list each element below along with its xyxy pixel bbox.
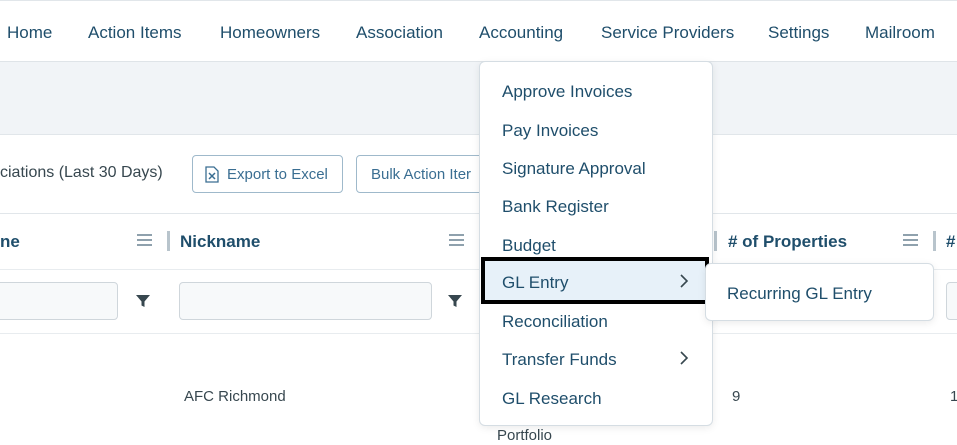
gl-entry-submenu: Recurring GL Entry: [705, 263, 934, 321]
nav-action-items[interactable]: Action Items: [88, 23, 182, 43]
chevron-right-icon: [680, 274, 689, 288]
column-separator[interactable]: [714, 231, 717, 251]
column-separator[interactable]: [933, 231, 936, 251]
nav-settings[interactable]: Settings: [768, 23, 829, 43]
filter-funnel-icon[interactable]: [135, 293, 151, 309]
column-header-name[interactable]: ne: [0, 232, 20, 252]
nav-home[interactable]: Home: [7, 23, 52, 43]
bulk-action-label: Bulk Action Iter: [371, 165, 472, 183]
column-menu-icon[interactable]: [137, 234, 152, 247]
filter-input-next[interactable]: [946, 282, 957, 320]
menu-item-budget[interactable]: Budget: [502, 236, 556, 256]
nav-service-providers[interactable]: Service Providers: [601, 23, 734, 43]
menu-item-signature-approval[interactable]: Signature Approval: [502, 159, 646, 179]
cell-nickname: AFC Richmond: [184, 388, 286, 405]
nav-mailroom[interactable]: Mailroom: [865, 23, 935, 43]
filter-funnel-icon[interactable]: [447, 293, 463, 309]
menu-item-pay-invoices[interactable]: Pay Invoices: [502, 121, 598, 141]
column-header-next[interactable]: #: [946, 232, 955, 252]
cell-next: 1: [950, 388, 957, 405]
menu-item-approve-invoices[interactable]: Approve Invoices: [502, 82, 632, 102]
cell-partial-portfolio: Portfolio: [497, 427, 553, 444]
bulk-action-button[interactable]: Bulk Action Iter: [356, 155, 496, 193]
grid-title: ciations (Last 30 Days): [0, 164, 163, 181]
nav-homeowners[interactable]: Homeowners: [220, 23, 320, 43]
menu-item-reconciliation[interactable]: Reconciliation: [502, 312, 608, 332]
export-to-excel-button[interactable]: Export to Excel: [192, 155, 343, 193]
cell-properties: 9: [732, 388, 741, 405]
menu-item-bank-register[interactable]: Bank Register: [502, 197, 609, 217]
excel-icon: [205, 165, 219, 183]
column-menu-icon[interactable]: [903, 234, 918, 247]
column-header-properties[interactable]: # of Properties: [728, 232, 847, 252]
export-label: Export to Excel: [227, 165, 328, 183]
accounting-dropdown-menu: Approve Invoices Pay Invoices Signature …: [479, 61, 713, 426]
menu-item-gl-research[interactable]: GL Research: [502, 389, 602, 409]
chevron-right-icon: [680, 351, 689, 365]
filter-input-nickname[interactable]: [179, 282, 432, 320]
menu-item-gl-entry[interactable]: GL Entry: [502, 273, 568, 293]
top-navigation: Home Action Items Homeowners Association…: [0, 0, 957, 62]
column-separator[interactable]: [167, 231, 170, 251]
filter-input-name[interactable]: [0, 282, 118, 320]
column-header-nickname[interactable]: Nickname: [180, 232, 260, 252]
menu-item-recurring-gl-entry[interactable]: Recurring GL Entry: [727, 284, 872, 304]
menu-item-transfer-funds[interactable]: Transfer Funds: [502, 350, 617, 370]
nav-accounting[interactable]: Accounting: [479, 23, 563, 43]
column-menu-icon[interactable]: [449, 234, 464, 247]
nav-association[interactable]: Association: [356, 23, 443, 43]
